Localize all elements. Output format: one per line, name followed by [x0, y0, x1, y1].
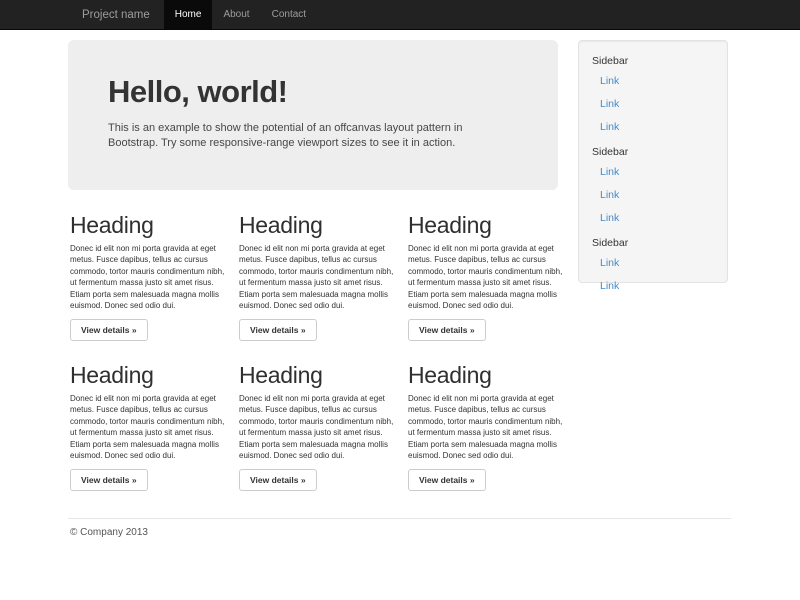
jumbotron: Hello, world! This is an example to show… — [68, 40, 558, 190]
card-body-text: Donec id elit non mi porta gravida at eg… — [408, 243, 563, 311]
nav-item-home[interactable]: Home — [164, 0, 213, 29]
sidebar-link[interactable]: Link — [579, 252, 727, 275]
card-body-text: Donec id elit non mi porta gravida at eg… — [239, 243, 394, 311]
sidebar-group-title: Sidebar — [579, 139, 727, 161]
sidebar-link[interactable]: Link — [579, 184, 727, 207]
card-heading: Heading — [239, 363, 395, 387]
nav-item-about[interactable]: About — [212, 0, 260, 29]
card-heading: Heading — [70, 363, 226, 387]
card-body-text: Donec id elit non mi porta gravida at eg… — [70, 243, 225, 311]
card-row-2: Heading Donec id elit non mi porta gravi… — [70, 363, 564, 491]
nav-items: Home About Contact — [164, 0, 317, 29]
card-heading: Heading — [408, 363, 564, 387]
sidebar-group-title: Sidebar — [579, 48, 727, 70]
card: Heading Donec id elit non mi porta gravi… — [239, 213, 395, 341]
card-body-text: Donec id elit non mi porta gravida at eg… — [239, 393, 394, 461]
view-details-button[interactable]: View details » — [70, 469, 148, 491]
sidebar-link[interactable]: Link — [579, 116, 727, 139]
brand-link[interactable]: Project name — [68, 0, 164, 29]
jumbotron-description: This is an example to show the potential… — [108, 121, 514, 151]
sidebar-link[interactable]: Link — [579, 70, 727, 93]
view-details-button[interactable]: View details » — [239, 469, 317, 491]
card: Heading Donec id elit non mi porta gravi… — [408, 363, 564, 491]
sidebar: Sidebar Link Link Link Sidebar Link Link… — [578, 40, 728, 283]
page-title: Hello, world! — [108, 76, 518, 109]
navbar-inner: Project name Home About Contact — [68, 0, 317, 29]
sidebar-group: Sidebar Link Link Link — [579, 139, 727, 230]
card-body-text: Donec id elit non mi porta gravida at eg… — [408, 393, 563, 461]
sidebar-group-title: Sidebar — [579, 230, 727, 252]
view-details-button[interactable]: View details » — [408, 319, 486, 341]
view-details-button[interactable]: View details » — [239, 319, 317, 341]
footer-divider — [68, 518, 731, 519]
card-heading: Heading — [239, 213, 395, 237]
sidebar-link[interactable]: Link — [579, 161, 727, 184]
card-body-text: Donec id elit non mi porta gravida at eg… — [70, 393, 225, 461]
sidebar-group: Sidebar Link Link Link — [579, 48, 727, 139]
card: Heading Donec id elit non mi porta gravi… — [70, 363, 226, 491]
view-details-button[interactable]: View details » — [70, 319, 148, 341]
view-details-button[interactable]: View details » — [408, 469, 486, 491]
navbar: Project name Home About Contact — [0, 0, 800, 30]
sidebar-link[interactable]: Link — [579, 93, 727, 116]
sidebar-group: Sidebar Link Link — [579, 230, 727, 298]
nav-item-contact[interactable]: Contact — [261, 0, 317, 29]
card-row-1: Heading Donec id elit non mi porta gravi… — [70, 213, 564, 341]
card: Heading Donec id elit non mi porta gravi… — [70, 213, 226, 341]
card-heading: Heading — [70, 213, 226, 237]
card: Heading Donec id elit non mi porta gravi… — [408, 213, 564, 341]
copyright-text: © Company 2013 — [70, 527, 148, 538]
card: Heading Donec id elit non mi porta gravi… — [239, 363, 395, 491]
card-heading: Heading — [408, 213, 564, 237]
sidebar-link[interactable]: Link — [579, 207, 727, 230]
sidebar-link[interactable]: Link — [579, 275, 727, 298]
